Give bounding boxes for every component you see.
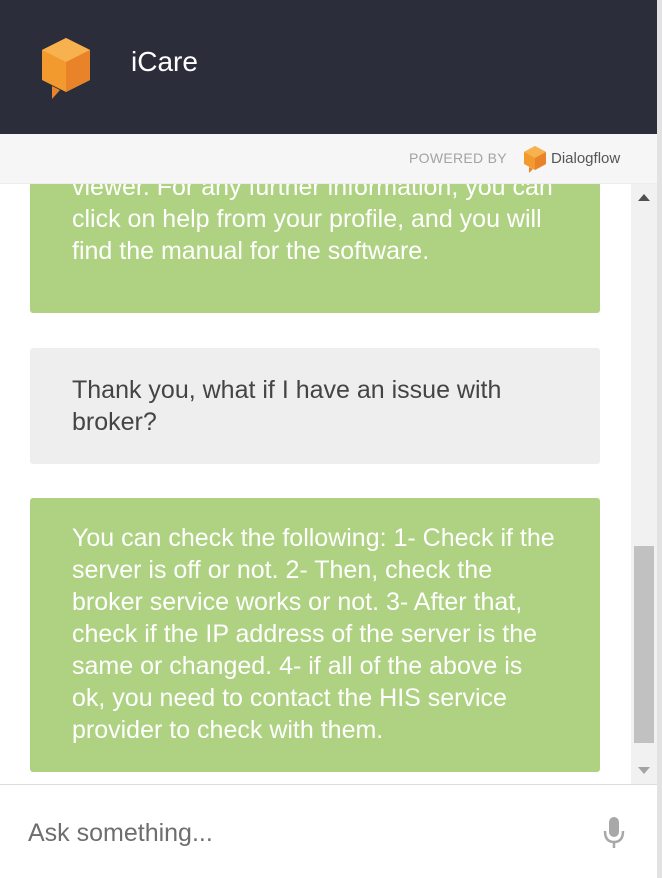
powered-by-label: POWERED BY (409, 150, 507, 166)
dialogflow-brand-label: Dialogflow (551, 150, 621, 167)
microphone-icon[interactable] (600, 815, 628, 851)
dialogflow-logo-icon (524, 146, 546, 173)
message-text: Thank you, what if I have an issue with … (72, 376, 502, 436)
scroll-down-arrow-icon[interactable] (631, 756, 657, 784)
message-scrollbar[interactable] (631, 184, 657, 784)
window-edge (657, 0, 662, 878)
bot-message: You can check the following: 1- Check if… (30, 498, 600, 772)
powered-by-bar: POWERED BY Dialogflow (0, 134, 662, 184)
chat-cube-logo-icon (42, 38, 90, 99)
scroll-up-arrow-icon[interactable] (631, 184, 657, 212)
message-list[interactable]: in the interface bar at the bottom of th… (0, 134, 630, 784)
app-title: iCare (131, 46, 198, 77)
chat-header: iCare (0, 0, 662, 134)
message-text: You can check the following: 1- Check if… (72, 524, 555, 744)
scrollbar-thumb[interactable] (634, 546, 654, 743)
message-input-area (0, 784, 662, 878)
chat-window: iCare POWERED BY Dialogflow in the inter… (0, 0, 662, 878)
user-message: Thank you, what if I have an issue with … (30, 348, 600, 464)
message-input[interactable] (28, 813, 588, 853)
